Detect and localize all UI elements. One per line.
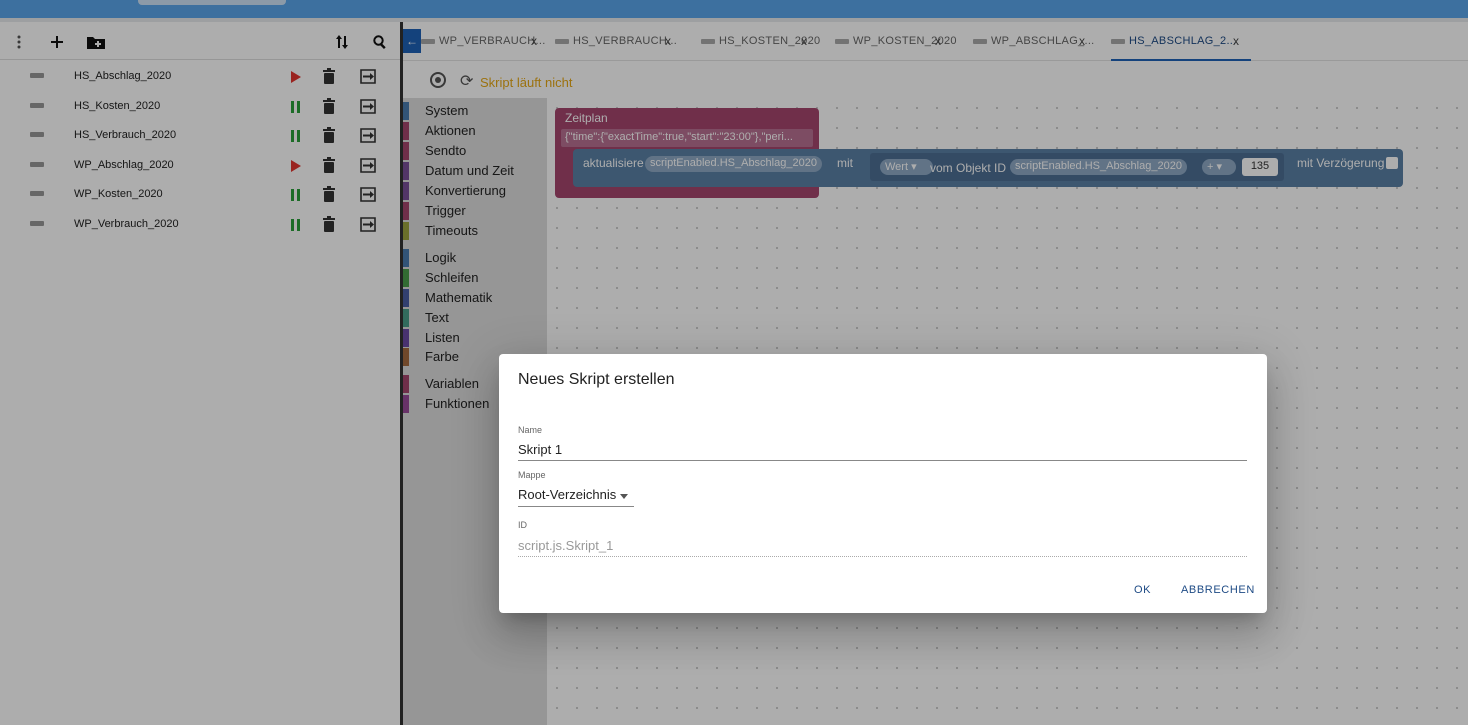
new-script-dialog: Neues Skript erstellen Name Mappe Root-V… xyxy=(499,354,1267,613)
folder-label: Mappe xyxy=(518,470,546,480)
ok-button[interactable]: OK xyxy=(1134,584,1151,596)
id-label: ID xyxy=(518,520,527,530)
name-label: Name xyxy=(518,425,543,435)
folder-select[interactable]: Root-Verzeichnis xyxy=(518,485,634,507)
cancel-button[interactable]: ABBRECHEN xyxy=(1181,584,1255,596)
dialog-title: Neues Skript erstellen xyxy=(518,371,675,388)
name-input[interactable] xyxy=(518,439,1247,461)
caret-down-icon xyxy=(620,494,628,499)
folder-value: Root-Verzeichnis xyxy=(518,487,617,502)
id-input xyxy=(518,535,1247,557)
